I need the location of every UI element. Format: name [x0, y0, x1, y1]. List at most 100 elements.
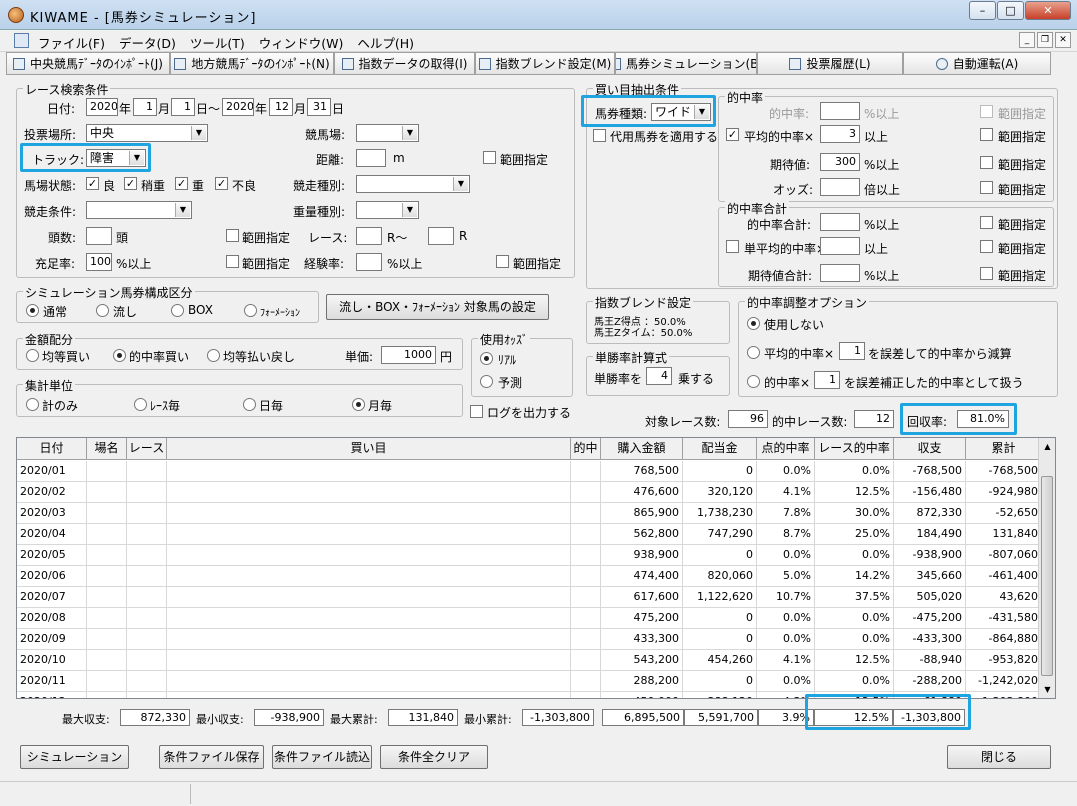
menu-help[interactable]: ヘルプ(H): [357, 33, 414, 52]
hit-rate-input[interactable]: [820, 102, 860, 120]
target-horse-settings-button[interactable]: 流し・BOX・ﾌｫｰﾒｰｼｮﾝ 対象馬の設定: [326, 294, 549, 320]
adjust-avg-radio[interactable]: [747, 346, 760, 359]
scroll-thumb[interactable]: [1041, 476, 1053, 676]
money-equal-payout-radio[interactable]: [207, 349, 220, 362]
mdi-restore-button[interactable]: ❐: [1037, 32, 1053, 48]
col-date[interactable]: 日付: [17, 438, 87, 459]
col-hit[interactable]: 的中: [571, 438, 601, 459]
unit-price-input[interactable]: 1000: [381, 346, 436, 364]
minimize-button[interactable]: –: [969, 1, 996, 20]
output-log-checkbox[interactable]: [470, 405, 483, 418]
col-bets[interactable]: 買い目: [167, 438, 571, 459]
money-hit-rate-radio[interactable]: [113, 349, 126, 362]
experience-range-checkbox[interactable]: [496, 255, 509, 268]
race-condition-select[interactable]: ▼: [86, 201, 192, 219]
end-day-input[interactable]: 31: [307, 98, 331, 116]
odds-real-radio[interactable]: [480, 352, 493, 365]
substitute-checkbox[interactable]: [593, 129, 606, 142]
scroll-down-icon[interactable]: ▼: [1039, 681, 1055, 698]
hit-range-checkbox[interactable]: [980, 105, 993, 118]
clear-conditions-button[interactable]: 条件全クリア: [380, 745, 488, 769]
table-row[interactable]: 2020/07 617,600 1,122,620 10.7% 37.5% 505,020…: [17, 587, 1042, 608]
baba-good-checkbox[interactable]: ✓: [86, 177, 99, 190]
race-type-select[interactable]: ▼: [356, 175, 470, 193]
end-month-input[interactable]: 12: [269, 98, 293, 116]
bet-kind-select[interactable]: ワイド ▼: [651, 103, 711, 121]
table-row[interactable]: 2020/01 768,500 0 0.0% 0.0% -768,500 -768,500: [17, 461, 1042, 482]
track-select[interactable]: 障害 ▼: [86, 149, 146, 167]
distance-range-checkbox[interactable]: [483, 151, 496, 164]
menu-window[interactable]: ウィンドウ(W): [259, 33, 344, 52]
adjust-avg-input[interactable]: 1: [839, 342, 865, 360]
fill-rate-input[interactable]: 100: [86, 253, 112, 271]
exp-range-checkbox[interactable]: [980, 156, 993, 169]
expected-value-input[interactable]: 300: [820, 153, 860, 171]
agg-total-radio[interactable]: [26, 398, 39, 411]
sim-formation-radio[interactable]: [244, 304, 257, 317]
col-race-hit[interactable]: レース的中率: [815, 438, 894, 459]
close-window-button[interactable]: ✕: [1025, 1, 1071, 20]
table-scrollbar[interactable]: ▲ ▼: [1038, 438, 1055, 698]
import-local-button[interactable]: 地方競馬ﾃﾞｰﾀのｲﾝﾎﾟｰﾄ(N): [170, 52, 334, 75]
maximize-button[interactable]: □: [997, 1, 1024, 20]
baba-slightly-heavy-checkbox[interactable]: ✓: [124, 177, 137, 190]
exp-total-input[interactable]: [820, 264, 860, 282]
adjust-none-radio[interactable]: [747, 317, 760, 330]
table-row[interactable]: 2020/06 474,400 820,060 5.0% 14.2% 345,660 -46…: [17, 566, 1042, 587]
col-venue[interactable]: 場名: [87, 438, 127, 459]
hit-total-input[interactable]: [820, 213, 860, 231]
save-conditions-button[interactable]: 条件ファイル保存: [159, 745, 264, 769]
fetch-index-button[interactable]: 指数データの取得(I): [334, 52, 475, 75]
col-cumulative[interactable]: 累計: [966, 438, 1042, 459]
menu-data[interactable]: データ(D): [119, 33, 176, 52]
menu-file[interactable]: ファイル(F): [38, 33, 105, 52]
avg-hit-checkbox[interactable]: ✓: [726, 128, 739, 141]
agg-month-radio[interactable]: [352, 398, 365, 411]
table-row[interactable]: 2020/05 938,900 0 0.0% 0.0% -938,900 -807,060: [17, 545, 1042, 566]
table-row[interactable]: 2020/09 433,300 0 0.0% 0.0% -433,300 -864,880: [17, 629, 1042, 650]
experience-input[interactable]: [356, 253, 382, 271]
col-purchase[interactable]: 購入金額: [601, 438, 683, 459]
start-day-input[interactable]: 1: [171, 98, 195, 116]
table-row[interactable]: 2020/11 288,200 0 0.0% 0.0% -288,200 -1,242,02…: [17, 671, 1042, 692]
agg-day-radio[interactable]: [243, 398, 256, 411]
adjust-hit-radio[interactable]: [747, 375, 760, 388]
mdi-minimize-button[interactable]: _: [1019, 32, 1035, 48]
weight-type-select[interactable]: ▼: [356, 201, 419, 219]
close-button[interactable]: 閉じる: [947, 745, 1051, 769]
adjust-hit-input[interactable]: 1: [814, 371, 840, 389]
table-row[interactable]: 2020/03 865,900 1,738,230 7.8% 30.0% 872,330-…: [17, 503, 1042, 524]
odds-input[interactable]: [820, 178, 860, 196]
end-year-input[interactable]: 2020: [222, 98, 254, 116]
odds-range-checkbox[interactable]: [980, 181, 993, 194]
results-table[interactable]: 日付 場名 レース 買い目 的中 購入金額 配当金 点的中率 レース的中率 収支…: [16, 437, 1056, 699]
heads-input[interactable]: [86, 227, 112, 245]
course-select[interactable]: ▼: [356, 124, 419, 142]
col-race[interactable]: レース: [127, 438, 167, 459]
baba-heavy-checkbox[interactable]: ✓: [175, 177, 188, 190]
simulation-button[interactable]: シミュレーション: [20, 745, 129, 769]
col-payout[interactable]: 配当金: [683, 438, 757, 459]
fill-range-checkbox[interactable]: [226, 255, 239, 268]
baba-bad-checkbox[interactable]: ✓: [215, 177, 228, 190]
single-avg-range-checkbox[interactable]: [980, 240, 993, 253]
table-row[interactable]: 2020/04 562,800 747,290 8.7% 25.0% 184,490 131…: [17, 524, 1042, 545]
money-equal-radio[interactable]: [26, 349, 39, 362]
table-row[interactable]: 2020/08 475,200 0 0.0% 0.0% -475,200 -431,580: [17, 608, 1042, 629]
sim-nagashi-radio[interactable]: [96, 304, 109, 317]
exp-total-range-checkbox[interactable]: [980, 267, 993, 280]
odds-forecast-radio[interactable]: [480, 375, 493, 388]
agg-race-radio[interactable]: [134, 398, 147, 411]
menu-tools[interactable]: ツール(T): [190, 33, 245, 52]
index-blend-button[interactable]: 指数ブレンド設定(M): [475, 52, 615, 75]
col-balance[interactable]: 収支: [894, 438, 966, 459]
distance-input[interactable]: [356, 149, 386, 167]
mdi-close-button[interactable]: ✕: [1055, 32, 1071, 48]
avg-range-checkbox[interactable]: [980, 128, 993, 141]
auto-run-button[interactable]: 自動運転(A): [903, 52, 1051, 75]
race-to-input[interactable]: [428, 227, 454, 245]
avg-hit-input[interactable]: 3: [820, 125, 860, 143]
start-year-input[interactable]: 2020: [86, 98, 118, 116]
load-conditions-button[interactable]: 条件ファイル読込: [272, 745, 372, 769]
child-window-icon[interactable]: [14, 33, 29, 48]
